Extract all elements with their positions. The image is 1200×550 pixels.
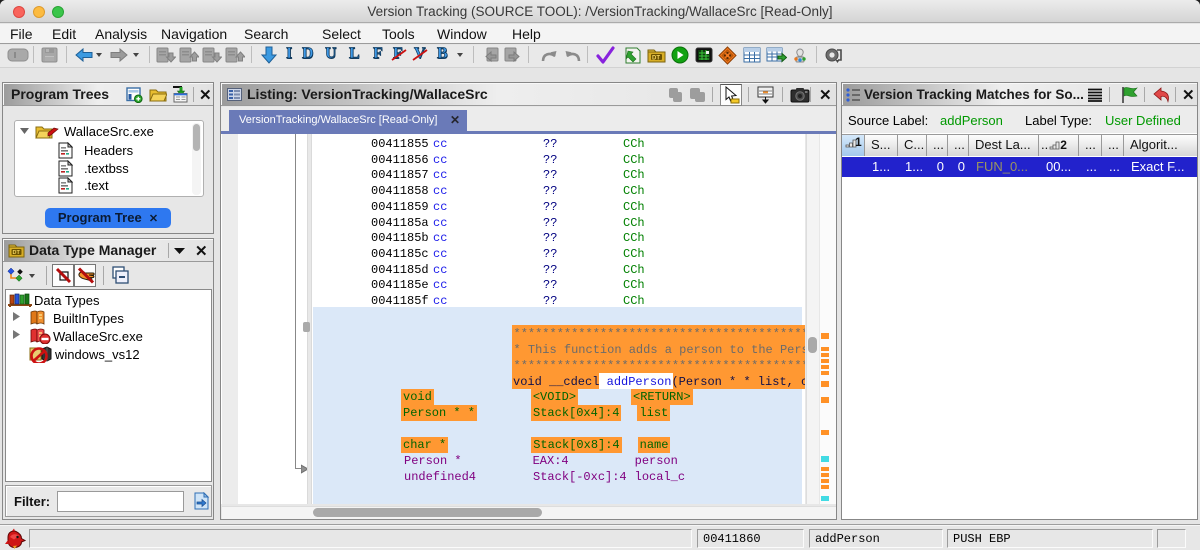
svg-text:DT: DT [13,250,21,256]
svg-text:DT: DT [652,56,660,62]
